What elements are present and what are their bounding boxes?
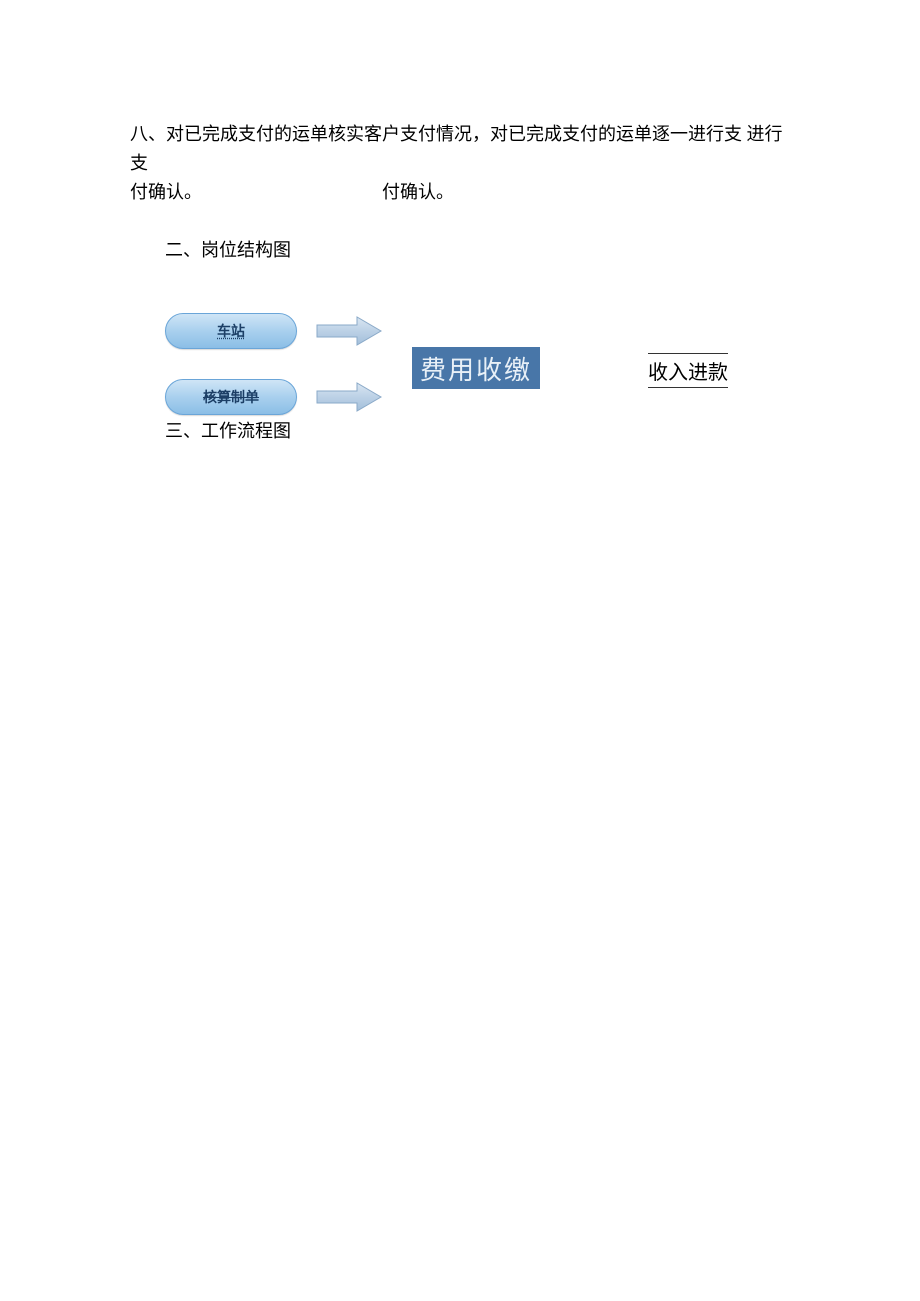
income-label: 收入进款 — [648, 353, 728, 388]
pill-station-label: 车站 — [217, 321, 245, 341]
section-2-title: 二、岗位结构图 — [165, 236, 790, 265]
section-3-title: 三、工作流程图 — [165, 417, 291, 446]
paragraph-8-line2: 付确认。 付确认。 — [130, 178, 790, 207]
fee-collection-box: 费用收缴 — [412, 347, 540, 389]
paragraph-8-line2-part1: 付确认。 — [130, 182, 202, 202]
pill-accounting: 核算制单 — [165, 379, 297, 415]
paragraph-8-line2-part2: 付确认。 — [382, 178, 454, 207]
arrow-icon-1 — [315, 311, 385, 351]
position-structure-diagram: 车站 核算制单 — [165, 295, 790, 475]
pill-accounting-label: 核算制单 — [203, 387, 259, 407]
paragraph-8-line1: 八、对已完成支付的运单核实客户支付情况，对已完成支付的运单逐一进行支 进行支 — [130, 120, 790, 178]
pill-station: 车站 — [165, 313, 297, 349]
arrow-icon-2 — [315, 377, 385, 417]
